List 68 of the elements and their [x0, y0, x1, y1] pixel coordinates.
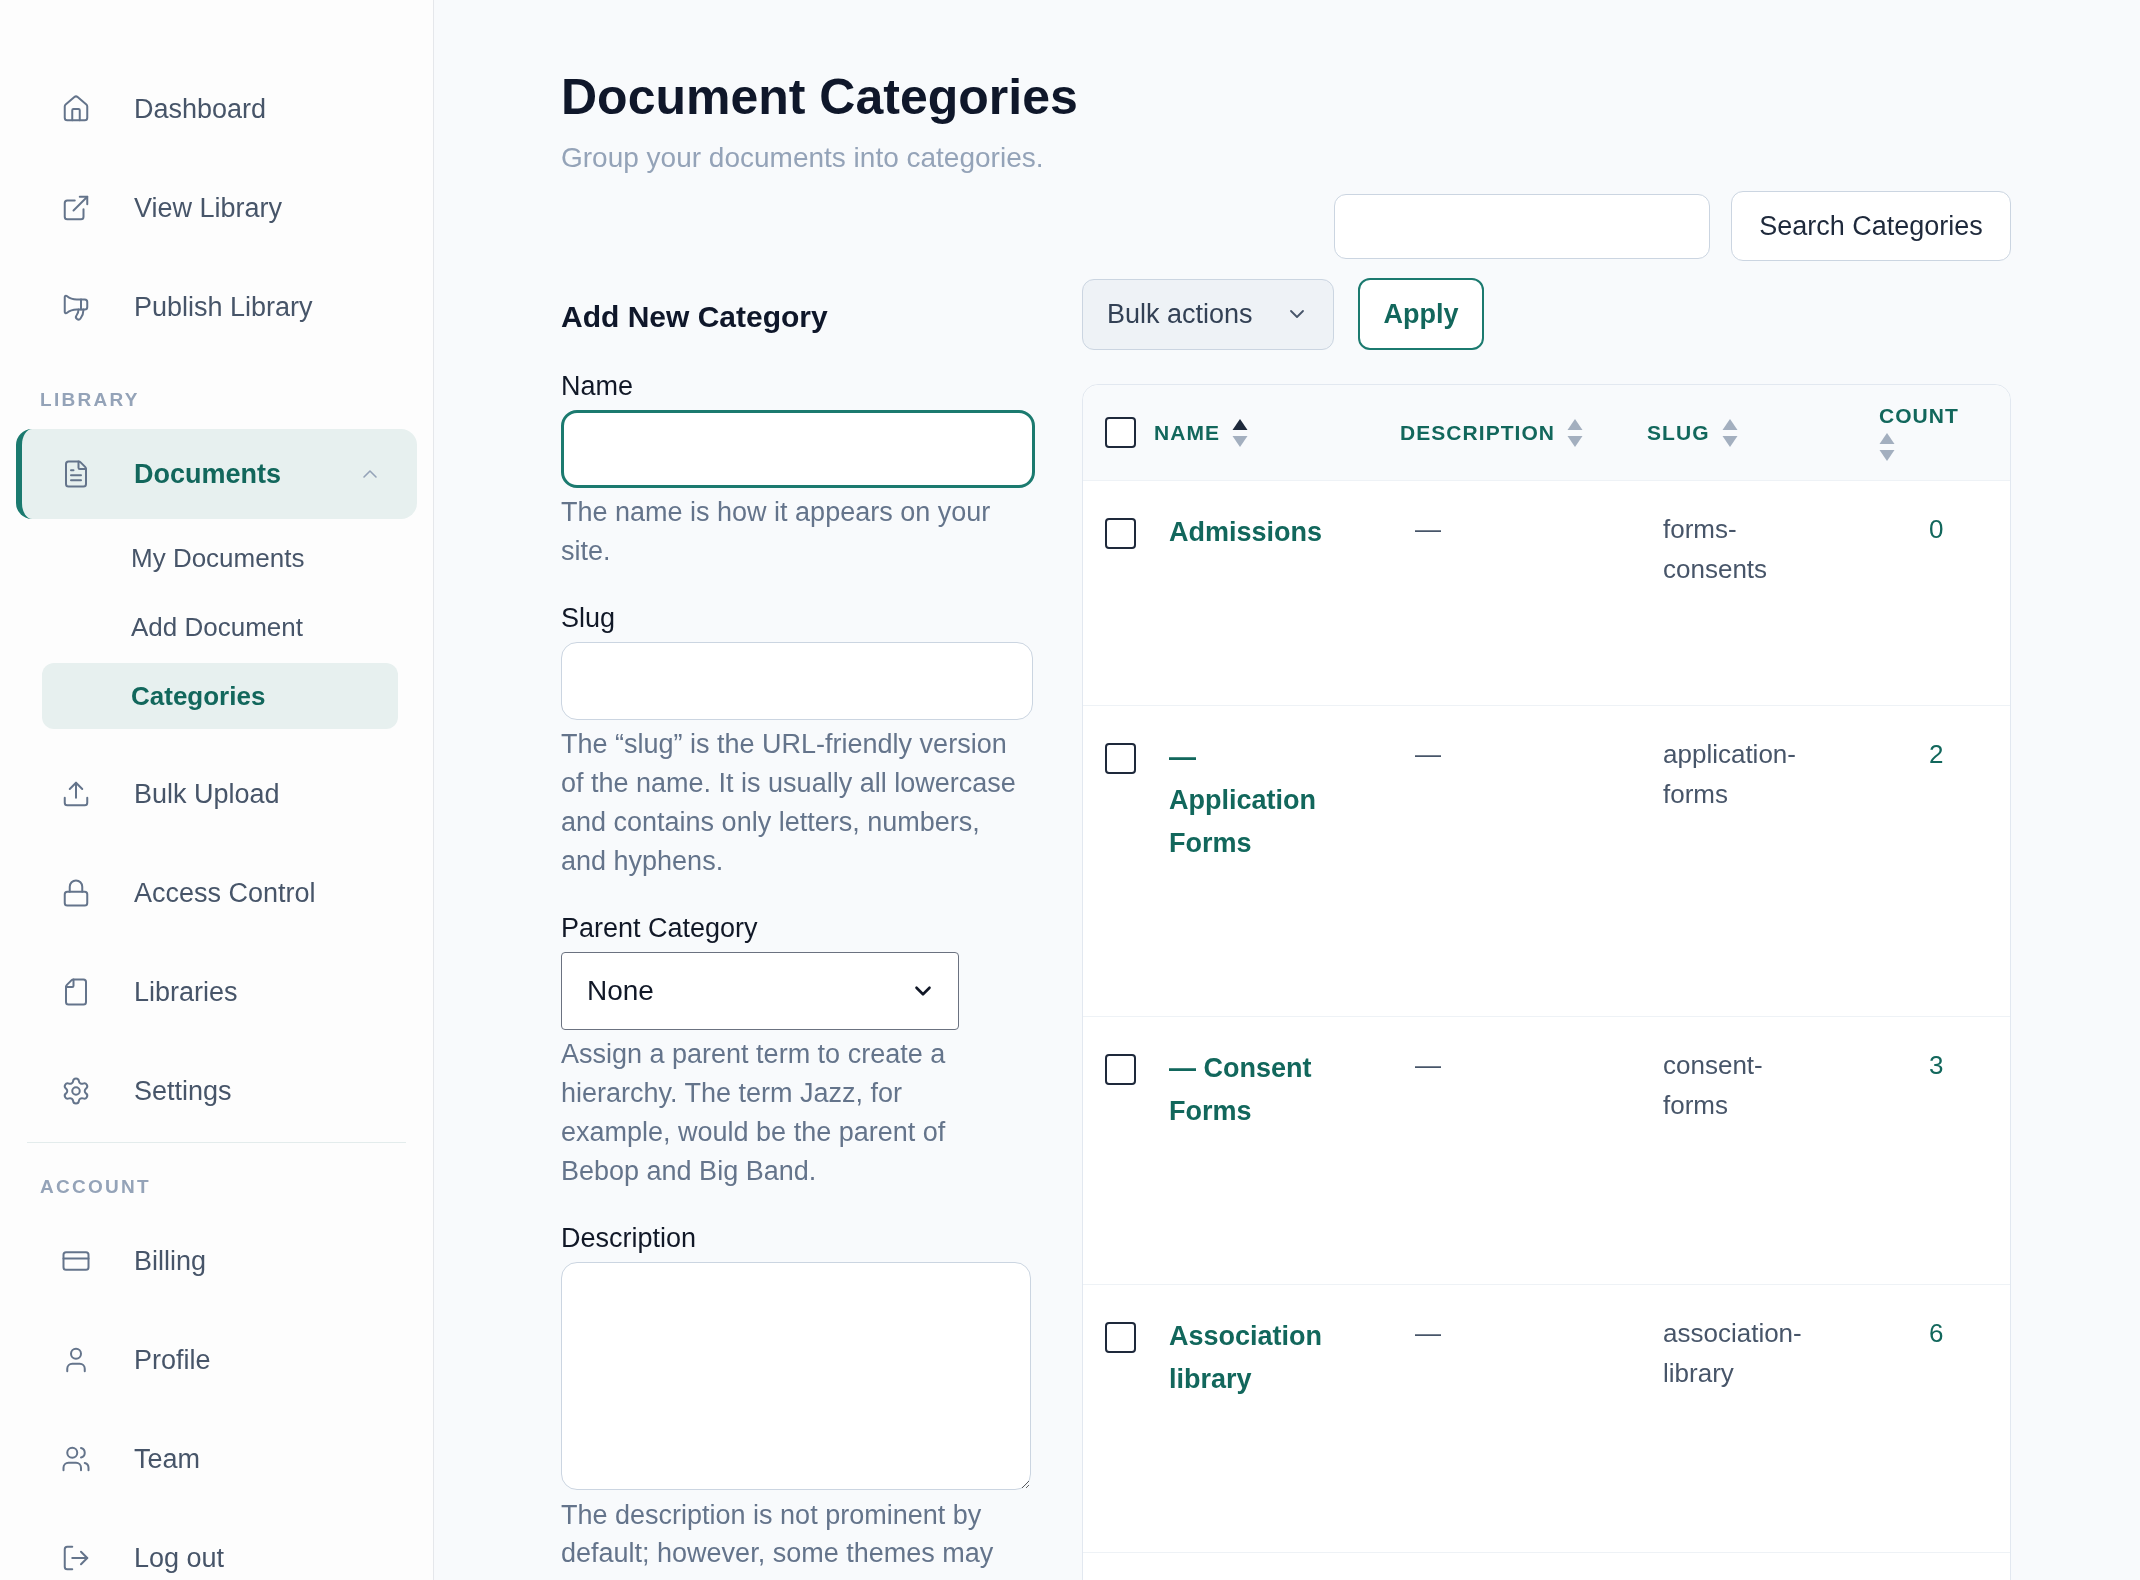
row-checkbox[interactable] [1105, 1322, 1136, 1353]
lock-icon [61, 878, 91, 908]
column-header[interactable]: COUNT [1879, 403, 1980, 462]
field-label: Description [561, 1222, 698, 1255]
sidebar-item[interactable]: Settings [16, 1046, 417, 1136]
sidebar-subitem[interactable]: Add Document [42, 594, 398, 660]
column-header[interactable]: DESCRIPTION [1400, 417, 1584, 448]
table-cell-text: application-forms [1663, 738, 1797, 811]
sidebar-item[interactable]: Publish Library [16, 262, 417, 352]
category-link[interactable]: — Consent Forms [1169, 1047, 1339, 1133]
table-cell-text: — [1415, 1049, 1441, 1082]
help-text: Assign a parent term to create a hierarchy. The term Jazz, for example, would be the parent of Bebop and Big Band. [561, 1038, 947, 1188]
sidebar-item[interactable]: Team [16, 1414, 417, 1504]
table-cell-text: — [1415, 513, 1441, 546]
row-checkbox[interactable] [1105, 1054, 1136, 1085]
sidebar-item[interactable]: Access Control [16, 848, 417, 938]
section-label: ACCOUNT [39, 1175, 152, 1199]
users-icon [61, 1444, 91, 1474]
help-text: The name is how it appears on your site. [561, 496, 992, 568]
page-title: Document Categories [561, 68, 1079, 127]
section-label: LIBRARY [39, 388, 141, 412]
count-link[interactable]: 6 [1929, 1313, 1944, 1353]
sidebar-item[interactable]: Bulk Upload [16, 749, 417, 839]
settings-icon [61, 1076, 91, 1106]
external-link-icon [61, 193, 91, 223]
field-label: Parent Category [561, 912, 759, 945]
house-icon [61, 94, 91, 124]
count-link[interactable]: 3 [1929, 1045, 1944, 1085]
sidebar-item[interactable]: Documents [16, 429, 417, 519]
row-checkbox[interactable] [1105, 518, 1136, 549]
logout-icon [61, 1543, 91, 1573]
sidebar-item[interactable]: Libraries [16, 947, 417, 1037]
section-heading: Add New Category [561, 299, 829, 335]
parent-category-dropdown[interactable]: None [561, 952, 959, 1030]
column-header[interactable]: NAME [1154, 417, 1249, 448]
sidebar-subitem[interactable]: Categories [42, 663, 398, 729]
search-field[interactable] [1334, 193, 1710, 259]
page-subtitle: Group your documents into categories. [561, 141, 1045, 175]
sidebar-item[interactable]: View Library [16, 163, 417, 253]
category-link[interactable]: Admissions [1169, 511, 1323, 554]
bulk-actions-dropdown[interactable]: Bulk actions [1082, 278, 1334, 350]
sidebar-item[interactable]: Dashboard [16, 64, 417, 154]
count-link[interactable]: 0 [1929, 509, 1944, 549]
select-all-checkbox[interactable] [1105, 417, 1136, 448]
upload-icon [61, 779, 91, 809]
sidebar-subitem[interactable]: My Documents [42, 525, 398, 591]
count-link[interactable]: 2 [1929, 734, 1944, 774]
help-text: The “slug” is the URL-friendly version of the name. It is usually all lowercase and contains only letters, numbers, and hyphens. [561, 728, 1017, 878]
column-header[interactable]: SLUG [1647, 417, 1738, 448]
category-link[interactable]: Association library [1169, 1315, 1339, 1401]
input-field[interactable] [561, 410, 1035, 488]
apply-button[interactable]: Apply [1358, 278, 1484, 350]
table-cell-text: forms-consents [1663, 513, 1769, 586]
field-label: Slug [561, 602, 617, 635]
sidebar-item[interactable]: Profile [16, 1315, 417, 1405]
row-checkbox[interactable] [1105, 743, 1136, 774]
table-cell-text: consent-forms [1663, 1049, 1764, 1122]
table-cell-text: — [1415, 1317, 1441, 1350]
table-cell-text: association-library [1663, 1317, 1803, 1390]
textarea-field[interactable] [561, 1262, 1031, 1490]
search-button[interactable]: Search Categories [1731, 191, 2011, 261]
table-cell-text: — [1415, 738, 1441, 771]
sidebar-item[interactable]: Log out [16, 1513, 417, 1580]
help-text: The description is not prominent by default; however, some themes may [561, 1499, 995, 1570]
sidebar-item[interactable]: Billing [16, 1216, 417, 1306]
category-link[interactable]: — Application Forms [1169, 736, 1339, 865]
megaphone-icon [61, 292, 91, 322]
field-label: Name [561, 370, 635, 403]
